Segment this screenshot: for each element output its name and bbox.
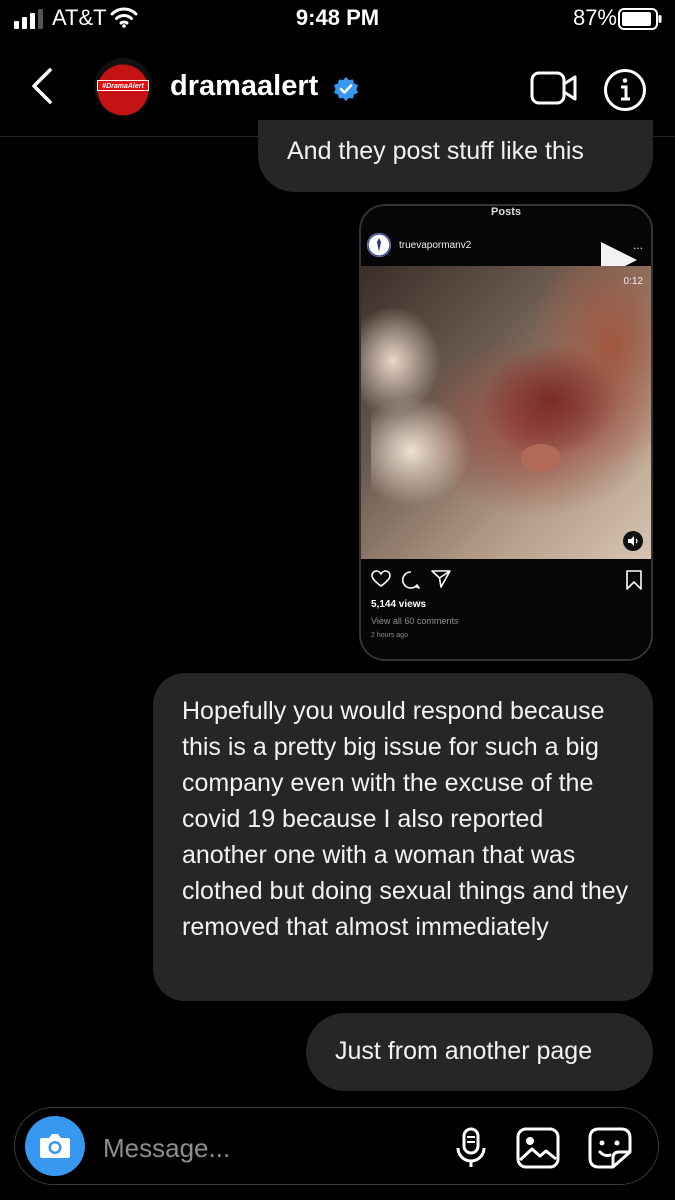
sticker-icon[interactable] [587,1126,633,1170]
camera-icon [40,1134,70,1158]
shared-post-user-row[interactable]: truevapormanv2 ... [361,224,651,278]
shared-post-comments-link[interactable]: View all 60 comments [371,616,458,626]
battery-icon [618,8,662,30]
shared-post-username[interactable]: truevapormanv2 [399,240,471,251]
message-bubble-outgoing[interactable]: And they post stuff like this [258,120,653,192]
avatar-logo-text: #DramaAlert [97,80,149,91]
shared-post-card[interactable]: Posts truevapormanv2 ... 0:12 5,144 view… [359,204,653,661]
info-icon[interactable] [603,68,647,112]
status-bar: AT&T 9:48 PM 87% [0,0,675,38]
message-bubble-outgoing[interactable]: Just from another page [306,1013,653,1091]
chat-username[interactable]: dramaalert [170,70,318,103]
bookmark-icon[interactable] [625,570,643,590]
shared-post-video[interactable]: 0:12 [361,266,651,559]
verified-icon [334,77,358,101]
shared-post-views: 5,144 views [371,599,427,610]
message-bubble-outgoing[interactable]: Hopefully you would respond because this… [153,673,653,1001]
heart-icon[interactable] [371,570,391,588]
comment-icon[interactable] [401,570,421,590]
message-input[interactable] [101,1130,425,1166]
message-composer [14,1107,659,1185]
video-frame-detail [521,444,561,472]
shared-post-avatar-figure-icon [367,233,391,257]
shared-post-header: Posts [491,206,521,218]
video-frame-detail [371,396,471,506]
video-duration: 0:12 [623,276,643,287]
avatar[interactable]: #DramaAlert [94,58,152,116]
shared-post-avatar[interactable] [367,233,391,257]
sound-toggle-icon[interactable] [623,531,643,551]
shared-post-actions [369,568,651,590]
shared-post-timestamp: 2 hours ago [371,632,408,639]
video-call-icon[interactable] [530,70,578,106]
battery-percent: 87% [572,5,617,30]
back-icon[interactable] [28,66,56,106]
share-icon[interactable] [431,570,451,588]
gallery-icon[interactable] [515,1126,561,1170]
microphone-icon[interactable] [451,1126,491,1170]
camera-button[interactable] [25,1116,85,1176]
